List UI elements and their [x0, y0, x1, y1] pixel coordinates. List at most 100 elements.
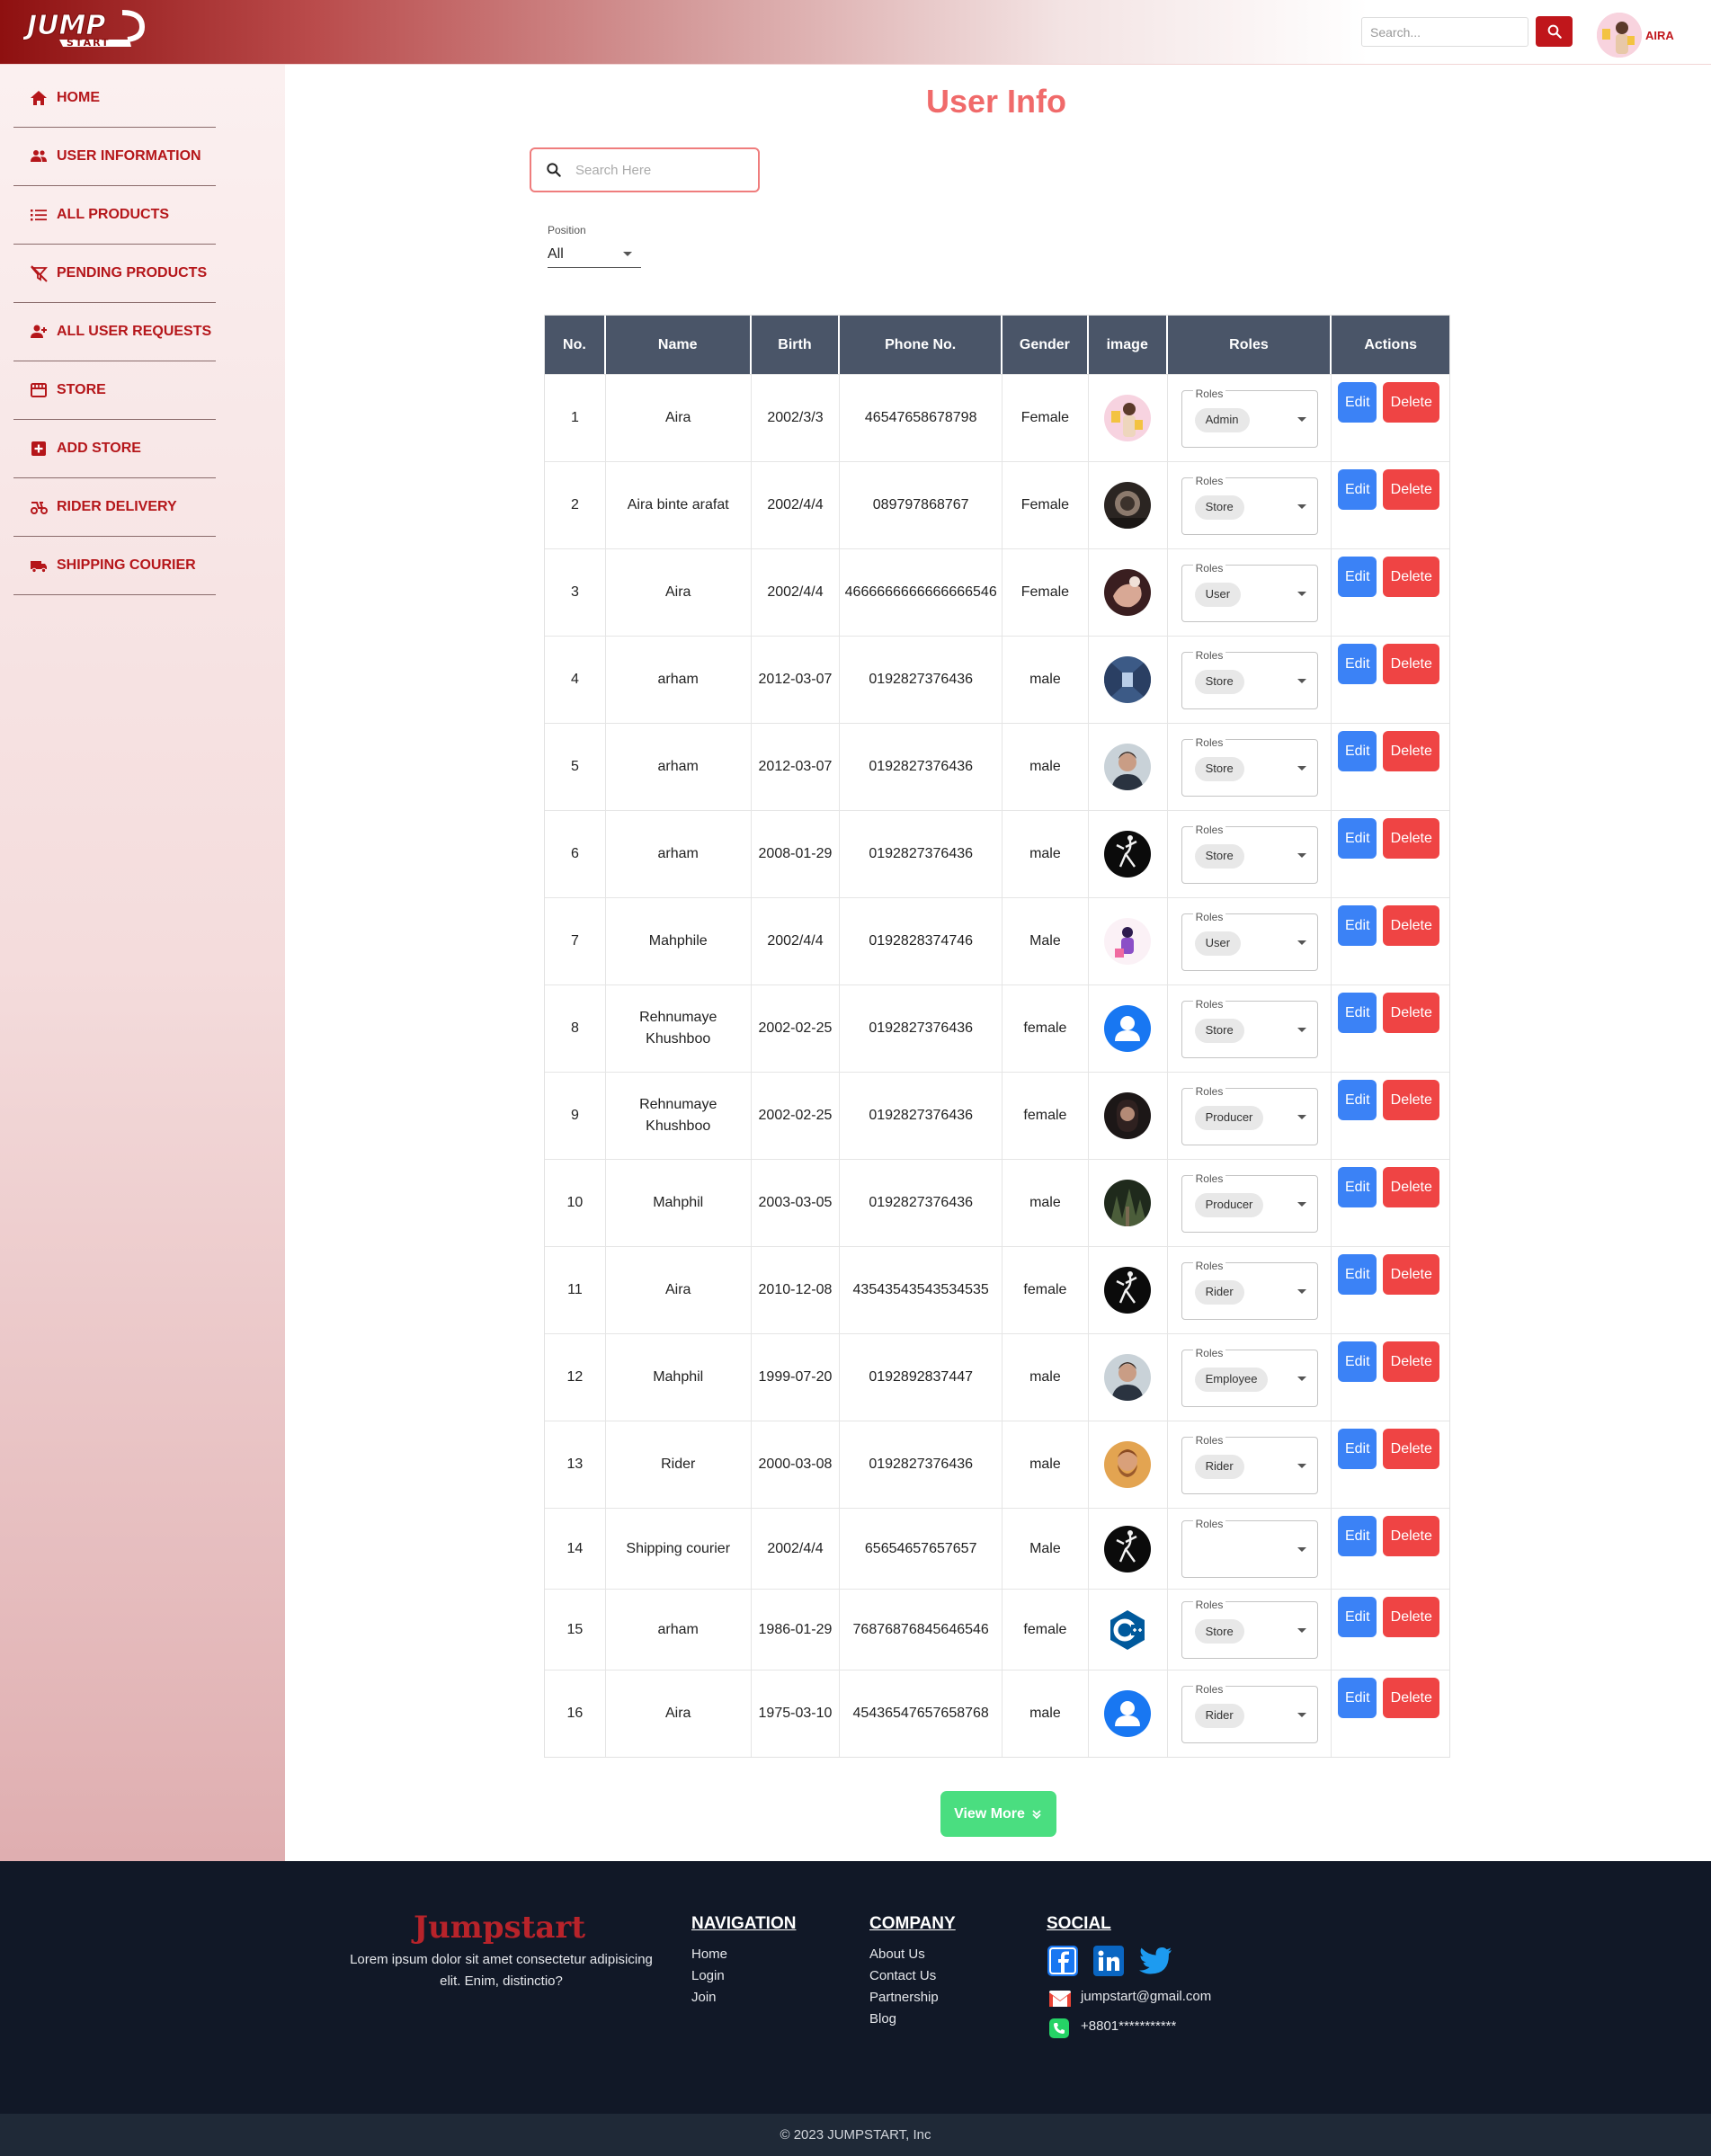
- edit-button[interactable]: Edit: [1338, 469, 1377, 510]
- footer-link-login[interactable]: Login: [691, 1968, 725, 1983]
- footer-link-blog[interactable]: Blog: [869, 2011, 896, 2027]
- delete-button[interactable]: Delete: [1383, 1516, 1440, 1556]
- facebook-icon[interactable]: [1047, 1945, 1079, 1977]
- edit-button[interactable]: Edit: [1338, 557, 1377, 597]
- sidebar-item-label: USER INFORMATION: [57, 148, 201, 164]
- edit-button[interactable]: Edit: [1338, 731, 1377, 771]
- user-avatar-image: [1104, 918, 1152, 965]
- delete-button[interactable]: Delete: [1383, 382, 1440, 423]
- delete-button[interactable]: Delete: [1383, 1341, 1440, 1382]
- roles-select[interactable]: Roles Store: [1181, 993, 1318, 1058]
- footer-link-home[interactable]: Home: [691, 1947, 727, 1962]
- position-select[interactable]: All: [548, 241, 641, 268]
- roles-select[interactable]: Roles User: [1181, 905, 1318, 971]
- delete-button[interactable]: Delete: [1383, 818, 1440, 859]
- roles-select[interactable]: Roles Rider: [1181, 1254, 1318, 1320]
- top-search-button[interactable]: [1536, 16, 1573, 47]
- roles-select[interactable]: Roles Store: [1181, 818, 1318, 884]
- delete-button[interactable]: Delete: [1383, 557, 1440, 597]
- roles-legend: Roles: [1192, 382, 1226, 405]
- edit-button[interactable]: Edit: [1338, 818, 1377, 859]
- edit-button[interactable]: Edit: [1338, 1341, 1377, 1382]
- roles-select[interactable]: Roles Rider: [1181, 1678, 1318, 1743]
- sidebar-item-all-products[interactable]: ALL PRODUCTS: [13, 186, 216, 245]
- sidebar-item-shipping-courier[interactable]: SHIPPING COURIER: [13, 537, 216, 595]
- sidebar-item-all-user-requests[interactable]: ALL USER REQUESTS: [13, 303, 216, 361]
- roles-select[interactable]: Roles Producer: [1181, 1167, 1318, 1233]
- cell-birth: 2010-12-08: [752, 1247, 841, 1333]
- user-name[interactable]: AIRA: [1645, 29, 1674, 42]
- edit-button[interactable]: Edit: [1338, 905, 1377, 946]
- chevron-down-icon: [1297, 1376, 1306, 1381]
- user-avatar-image: [1104, 1525, 1152, 1572]
- user-avatar-image: [1104, 656, 1152, 703]
- jumpstart-logo[interactable]: JUMP START: [23, 5, 149, 58]
- roles-select[interactable]: Roles Rider: [1181, 1429, 1318, 1494]
- cell-roles: Roles: [1168, 1509, 1332, 1589]
- users-icon: [31, 150, 47, 162]
- top-search-input[interactable]: [1361, 17, 1528, 47]
- sidebar-item-pending-products[interactable]: PENDING PRODUCTS: [13, 245, 216, 303]
- cell-birth: 2008-01-29: [752, 811, 841, 897]
- footer-email[interactable]: jumpstart@gmail.com: [1081, 1989, 1211, 2004]
- footer-link-contact[interactable]: Contact Us: [869, 1968, 936, 1983]
- sidebar-item-home[interactable]: HOME: [13, 69, 216, 128]
- edit-button[interactable]: Edit: [1338, 1678, 1377, 1718]
- roles-select[interactable]: Roles Store: [1181, 731, 1318, 797]
- edit-button[interactable]: Edit: [1338, 993, 1377, 1033]
- top-bar: JUMP START AIRA: [0, 0, 1711, 65]
- user-avatar[interactable]: [1597, 13, 1642, 58]
- edit-button[interactable]: Edit: [1338, 1429, 1377, 1469]
- table-row: 11 Aira 2010-12-08 43543543543534535 female R…: [545, 1246, 1449, 1333]
- sidebar-item-user-information[interactable]: USER INFORMATION: [13, 128, 216, 186]
- cell-gender: male: [1003, 1421, 1089, 1508]
- roles-select[interactable]: Roles: [1181, 1513, 1318, 1578]
- delete-button[interactable]: Delete: [1383, 644, 1440, 684]
- cell-phone: 45436547657658768: [840, 1670, 1003, 1757]
- chevron-down-icon: [1297, 1547, 1306, 1552]
- delete-button[interactable]: Delete: [1383, 731, 1440, 771]
- edit-button[interactable]: Edit: [1338, 382, 1377, 423]
- user-avatar-image: [1104, 482, 1152, 529]
- cell-image: [1089, 1247, 1168, 1333]
- delete-button[interactable]: Delete: [1383, 993, 1440, 1033]
- footer-link-partnership[interactable]: Partnership: [869, 1990, 939, 2005]
- delete-button[interactable]: Delete: [1383, 1167, 1440, 1207]
- edit-button[interactable]: Edit: [1338, 1167, 1377, 1207]
- delete-button[interactable]: Delete: [1383, 469, 1440, 510]
- edit-button[interactable]: Edit: [1338, 1516, 1377, 1556]
- cell-phone: 65654657657657: [840, 1509, 1003, 1589]
- edit-button[interactable]: Edit: [1338, 644, 1377, 684]
- sidebar-item-rider-delivery[interactable]: RIDER DELIVERY: [13, 478, 216, 537]
- edit-button[interactable]: Edit: [1338, 1254, 1377, 1295]
- user-search-input[interactable]: [575, 162, 746, 178]
- delete-button[interactable]: Delete: [1383, 1597, 1440, 1637]
- edit-button[interactable]: Edit: [1338, 1597, 1377, 1637]
- user-search-box[interactable]: [530, 147, 760, 192]
- roles-select[interactable]: Roles Store: [1181, 1594, 1318, 1659]
- roles-select[interactable]: Roles Admin: [1181, 382, 1318, 448]
- add-box-icon: [31, 441, 46, 456]
- roles-select[interactable]: Roles Store: [1181, 644, 1318, 709]
- roles-select[interactable]: Roles User: [1181, 557, 1318, 622]
- delete-button[interactable]: Delete: [1383, 905, 1440, 946]
- edit-button[interactable]: Edit: [1338, 1080, 1377, 1120]
- delete-button[interactable]: Delete: [1383, 1080, 1440, 1120]
- chevron-down-icon: [1297, 1628, 1306, 1633]
- footer-link-about[interactable]: About Us: [869, 1947, 925, 1962]
- table-row: 4 arham 2012-03-07 0192827376436 male Roles St…: [545, 636, 1449, 723]
- delete-button[interactable]: Delete: [1383, 1254, 1440, 1295]
- delete-button[interactable]: Delete: [1383, 1429, 1440, 1469]
- roles-select[interactable]: Roles Employee: [1181, 1341, 1318, 1407]
- view-more-label: View More: [954, 1805, 1025, 1822]
- linkedin-icon[interactable]: [1092, 1945, 1125, 1977]
- roles-select[interactable]: Roles Producer: [1181, 1080, 1318, 1145]
- cell-no: 5: [545, 724, 606, 810]
- twitter-icon[interactable]: [1138, 1947, 1172, 1975]
- footer-link-join[interactable]: Join: [691, 1990, 717, 2005]
- delete-button[interactable]: Delete: [1383, 1678, 1440, 1718]
- view-more-button[interactable]: View More: [940, 1791, 1056, 1837]
- roles-select[interactable]: Roles Store: [1181, 469, 1318, 535]
- sidebar-item-add-store[interactable]: ADD STORE: [13, 420, 216, 478]
- sidebar-item-store[interactable]: STORE: [13, 361, 216, 420]
